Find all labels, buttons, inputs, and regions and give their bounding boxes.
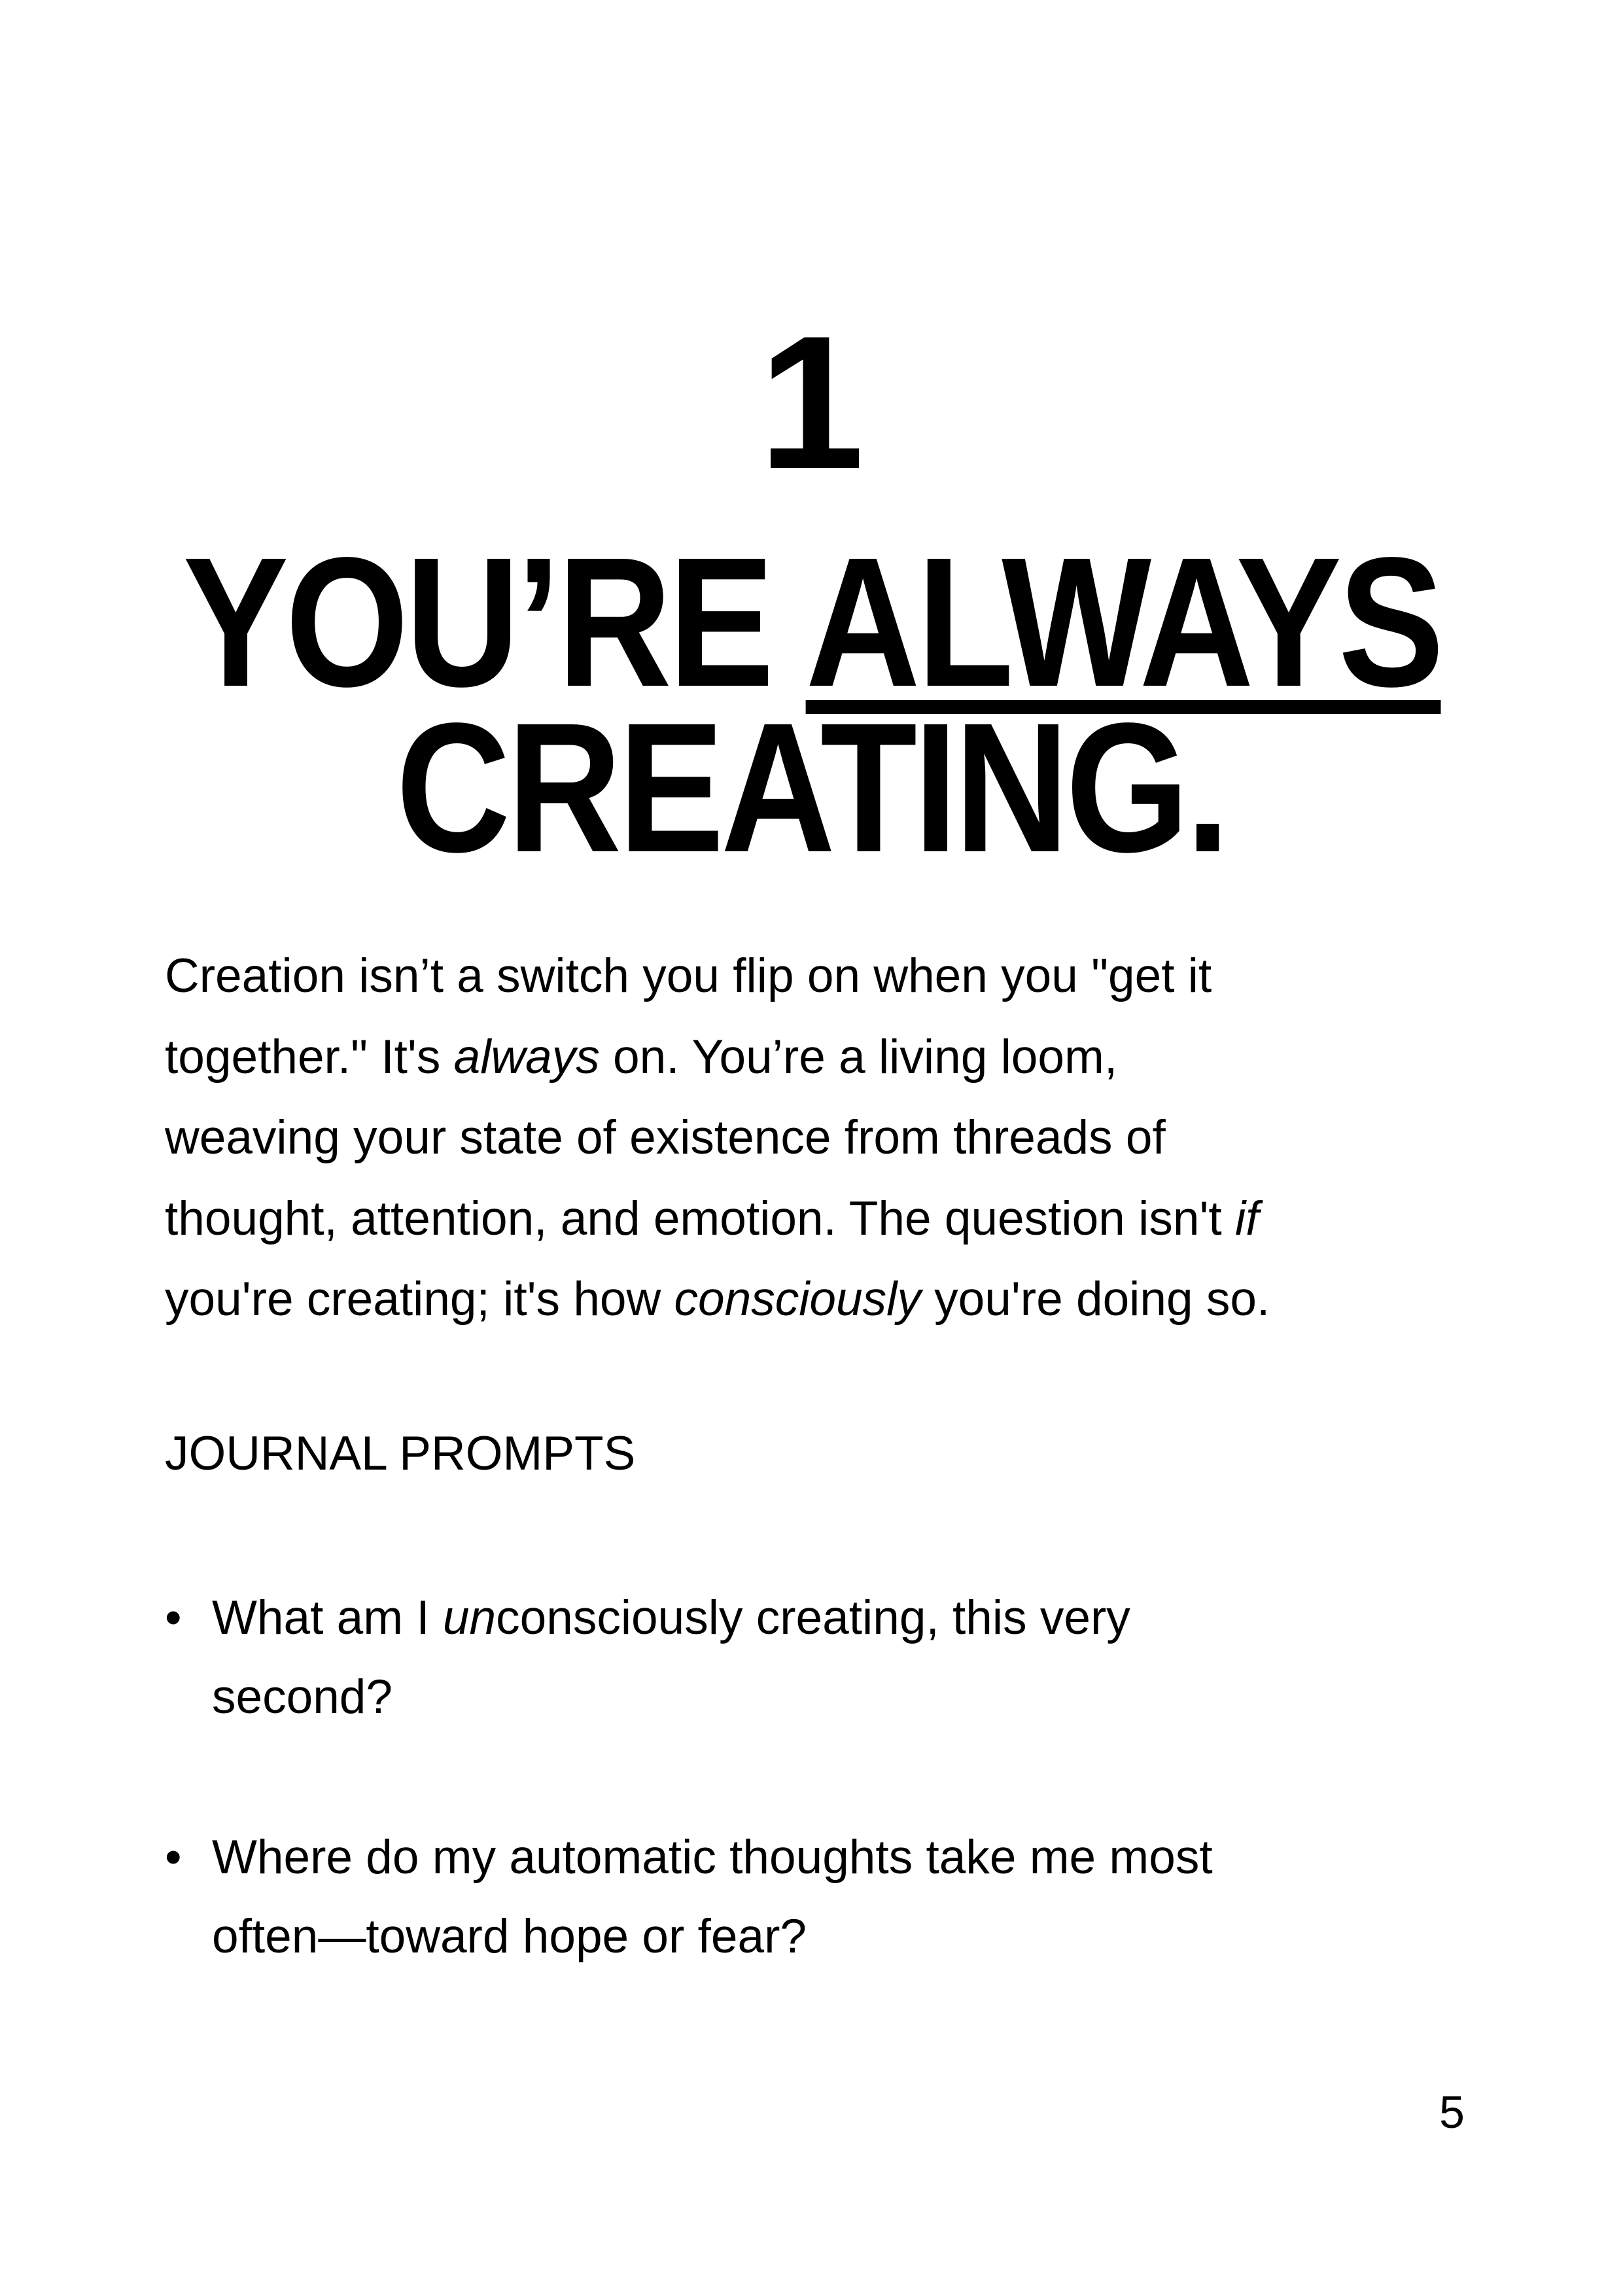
text: What am I bbox=[212, 1591, 443, 1644]
emphasis: un bbox=[442, 1591, 497, 1644]
prompt-text: What am I unconsciously creating, this v… bbox=[212, 1578, 1130, 1737]
journal-prompts-heading: JOURNAL PROMPTS bbox=[165, 1427, 636, 1480]
text: together." It's bbox=[165, 1030, 454, 1084]
text: on. You’re a living loom, bbox=[599, 1030, 1118, 1084]
title-text: CREATING. bbox=[396, 684, 1230, 891]
prompt-text: Where do my automatic thoughts take me m… bbox=[212, 1818, 1213, 1976]
page-number: 5 bbox=[1439, 2087, 1465, 2138]
text: often—toward hope or fear? bbox=[212, 1910, 807, 1963]
text: you're doing so. bbox=[920, 1273, 1270, 1326]
text: thought, attention, and emotion. The que… bbox=[165, 1192, 1235, 1245]
bullet-icon: • bbox=[165, 1831, 182, 1884]
body-line: together." It's always on. You’re a livi… bbox=[165, 1017, 1512, 1098]
body-line: you're creating; it's how consciously yo… bbox=[165, 1259, 1512, 1340]
body-line: Creation isn’t a switch you flip on when… bbox=[165, 949, 1212, 1002]
text: you're creating; it's how bbox=[165, 1273, 674, 1326]
bullet-icon: • bbox=[165, 1591, 182, 1644]
emphasis: if bbox=[1234, 1192, 1259, 1245]
body-paragraph: Creation isn’t a switch you flip on when… bbox=[165, 936, 1512, 1340]
text: second? bbox=[212, 1670, 393, 1723]
text: Where do my automatic thoughts take me m… bbox=[212, 1831, 1213, 1884]
body-line: thought, attention, and emotion. The que… bbox=[165, 1178, 1512, 1260]
emphasis: consciously bbox=[674, 1273, 921, 1326]
text: consciously creating, this very bbox=[496, 1591, 1130, 1644]
body-line: weaving your state of existence from thr… bbox=[165, 1111, 1166, 1164]
chapter-number: 1 bbox=[758, 296, 865, 508]
emphasis: always bbox=[453, 1030, 600, 1084]
chapter-title-line-2: CREATING. bbox=[0, 696, 1623, 880]
